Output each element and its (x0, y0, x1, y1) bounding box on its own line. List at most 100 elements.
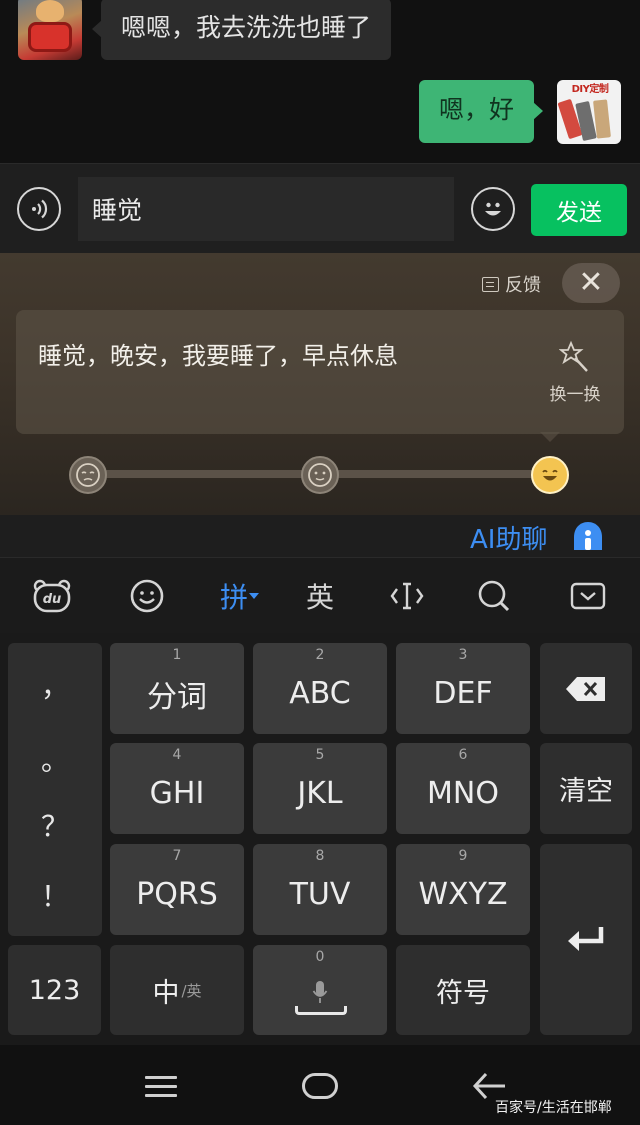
cursor-icon (390, 582, 424, 610)
space-bar-icon (295, 1006, 347, 1015)
suggestion-text: 睡觉，晚安，我要睡了，早点休息 (38, 342, 398, 370)
exclamation-key[interactable]: ！ (8, 875, 102, 915)
hide-keyboard-button[interactable] (568, 576, 608, 616)
key-7-pqrs[interactable]: 7 PQRS (110, 844, 244, 935)
key-number: 0 (315, 949, 325, 965)
key-4-ghi[interactable]: 4 GHI (110, 743, 244, 834)
feedback-icon (482, 276, 499, 292)
key-6-mno[interactable]: 6 MNO (396, 743, 530, 834)
smiley-icon (130, 579, 164, 613)
key-label: GHI (149, 776, 205, 811)
key-number: 5 (315, 747, 325, 763)
chat-area: 嗯嗯，我去洗洗也睡了 嗯，好 DIY定制 (0, 0, 640, 163)
clear-key[interactable]: 清空 (540, 743, 632, 834)
menu-icon[interactable] (145, 1076, 177, 1097)
key-number: 3 (458, 647, 468, 663)
neutral-face-icon (308, 463, 332, 487)
period-key[interactable]: 。 (8, 739, 102, 779)
chinese-label: 中 (152, 977, 180, 1009)
suggestion-card[interactable]: 睡觉，晚安，我要睡了，早点休息 换一换 (16, 310, 624, 434)
dropdown-arrow-icon (249, 593, 259, 599)
key-1-fenci[interactable]: 1 分词 (110, 643, 244, 734)
voice-input-button[interactable] (17, 187, 61, 231)
nine-key-keyboard: ， 。 ？ ！ 1 分词 2 ABC 3 DEF 4 GHI 5 JKL 6 M… (0, 633, 640, 1045)
key-label: 分词 (147, 679, 207, 715)
keyboard-emoji-button[interactable] (127, 576, 167, 616)
du-bear-icon: du (33, 579, 71, 613)
watermark-text: 百家号/生活在邯郸 (495, 1100, 612, 1116)
emoji-button[interactable] (471, 187, 515, 231)
happy-face-icon (542, 469, 558, 481)
microphone-icon (312, 981, 328, 1003)
my-avatar[interactable]: DIY定制 (557, 80, 621, 144)
avatar-logo-text: DIY定制 (571, 84, 609, 95)
key-label: DEF (433, 676, 493, 711)
ai-chat-label[interactable]: AI助聊 (470, 519, 547, 556)
message-input-bar: 发送 (0, 163, 640, 253)
key-label: TUV (289, 877, 351, 912)
key-number: 6 (458, 747, 468, 763)
english-sub-label: /英 (181, 981, 202, 1000)
key-5-jkl[interactable]: 5 JKL (253, 743, 387, 834)
key-label: JKL (297, 776, 343, 811)
key-number: 2 (315, 647, 325, 663)
close-button[interactable]: ✕ (562, 263, 620, 303)
ai-chat-bar: AI助聊 (0, 515, 640, 557)
key-9-wxyz[interactable]: 9 WXYZ (396, 844, 530, 935)
key-8-tuv[interactable]: 8 TUV (253, 844, 387, 935)
key-3-def[interactable]: 3 DEF (396, 643, 530, 734)
swing-seat-shape (28, 22, 72, 52)
english-mode-button[interactable]: 英 (300, 576, 340, 616)
smiley-icon (485, 202, 501, 216)
punctuation-column[interactable]: ， 。 ？ ！ (8, 643, 102, 936)
ai-suggestion-panel: 反馈 ✕ 睡觉，晚安，我要睡了，早点休息 换一换 (0, 253, 640, 515)
key-number: 8 (315, 848, 325, 864)
comma-key[interactable]: ， (8, 665, 102, 705)
numbers-key[interactable]: 123 (8, 945, 101, 1035)
magic-wand-icon (559, 340, 588, 372)
refresh-label: 换一换 (549, 385, 601, 405)
sad-face-icon (76, 463, 100, 487)
feedback-button[interactable]: 反馈 (482, 271, 541, 297)
key-number: 4 (172, 747, 182, 763)
refresh-button[interactable]: 换一换 (542, 340, 608, 405)
voice-icon (32, 199, 48, 219)
pinyin-mode-button[interactable]: 拼 (214, 576, 266, 616)
enter-icon (568, 926, 604, 951)
phone-case-3 (593, 99, 611, 139)
send-button[interactable]: 发送 (531, 184, 627, 236)
mood-neutral-option[interactable] (301, 456, 339, 494)
symbols-key[interactable]: 符号 (396, 945, 530, 1035)
backspace-key[interactable] (540, 643, 632, 734)
enter-key[interactable] (540, 844, 632, 1035)
chinese-english-switch-key[interactable]: 中/英 (110, 945, 244, 1035)
mood-happy-option[interactable] (531, 456, 569, 494)
keyboard-toolbar: du 拼 英 (0, 557, 640, 633)
key-number: 7 (172, 848, 182, 864)
key-label: ABC (289, 676, 351, 711)
key-label: PQRS (136, 877, 218, 912)
cursor-control-button[interactable] (387, 576, 427, 616)
backspace-icon (566, 676, 605, 701)
svg-text:du: du (43, 592, 62, 607)
key-number: 9 (458, 848, 468, 864)
dog-shape (36, 0, 64, 22)
du-bear-button[interactable]: du (32, 576, 72, 616)
card-pointer (540, 432, 560, 442)
message-input[interactable] (78, 177, 454, 241)
key-number: 1 (172, 647, 182, 663)
outgoing-message-bubble[interactable]: 嗯，好 (419, 80, 544, 143)
close-icon: ✕ (578, 265, 604, 300)
ai-assistant-icon[interactable] (572, 520, 604, 552)
mood-sad-option[interactable] (69, 456, 107, 494)
home-icon[interactable] (302, 1073, 338, 1099)
search-button[interactable] (474, 576, 514, 616)
space-voice-key[interactable]: 0 (253, 945, 387, 1035)
pinyin-label: 拼 (219, 581, 248, 614)
contact-avatar[interactable] (18, 0, 82, 60)
question-key[interactable]: ？ (8, 805, 102, 845)
key-label: MNO (427, 776, 499, 811)
key-label: WXYZ (418, 877, 508, 912)
incoming-message-bubble[interactable]: 嗯嗯，我去洗洗也睡了 (91, 0, 392, 60)
key-2-abc[interactable]: 2 ABC (253, 643, 387, 734)
